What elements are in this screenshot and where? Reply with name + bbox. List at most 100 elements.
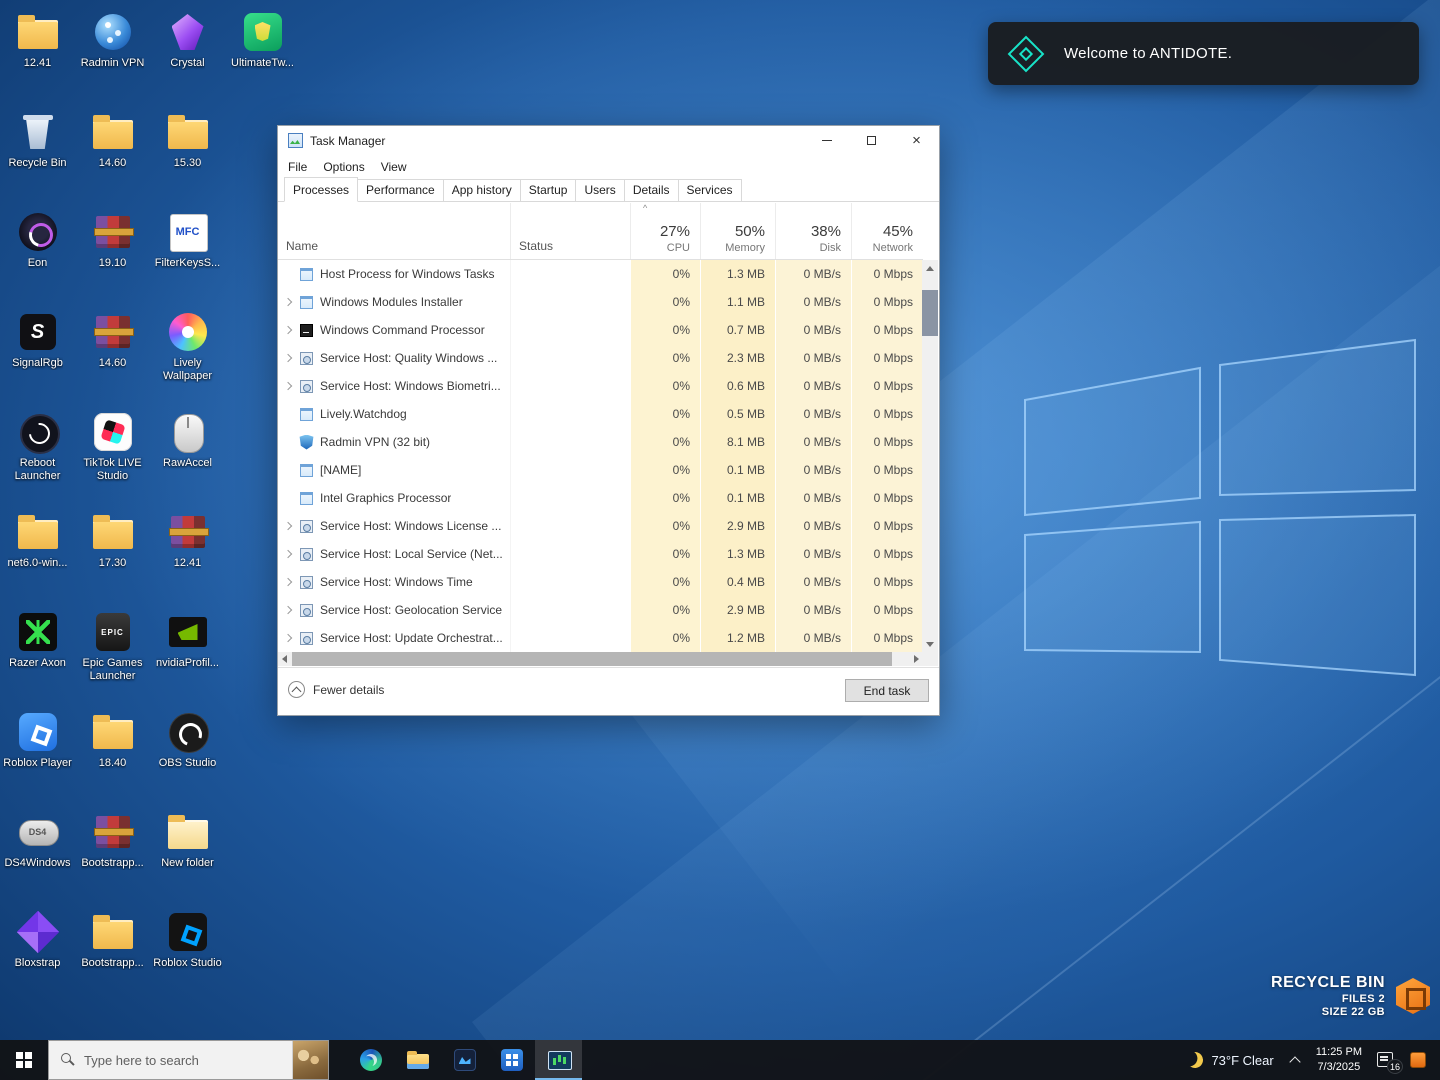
scroll-down-arrow[interactable]: [922, 636, 938, 652]
maximize-icon: [867, 136, 876, 145]
notification-toast[interactable]: Welcome to ANTIDOTE.: [988, 22, 1419, 85]
desktop-icon[interactable]: Razer Axon: [0, 606, 75, 706]
process-row[interactable]: Service Host: Geolocation Service 0% 2.9…: [278, 596, 923, 624]
desktop-icon[interactable]: DS4Windows: [0, 806, 75, 906]
desktop-icon[interactable]: Epic Games Launcher: [75, 606, 150, 706]
process-row[interactable]: [NAME] 0% 0.1 MB 0 MB/s 0 Mbps: [278, 456, 923, 484]
close-button[interactable]: ×: [894, 126, 939, 155]
process-row[interactable]: Service Host: Windows License ... 0% 2.9…: [278, 512, 923, 540]
process-memory: 1.3 MB: [700, 540, 775, 568]
desktop-icon[interactable]: SignalRgb: [0, 306, 75, 406]
desktop-icon[interactable]: OBS Studio: [150, 706, 225, 806]
desktop-icon[interactable]: Crystal: [150, 6, 225, 106]
desktop-icon[interactable]: nvidiaProfil...: [150, 606, 225, 706]
desktop-icon[interactable]: 12.41: [150, 506, 225, 606]
desktop-icon[interactable]: Bloxstrap: [0, 906, 75, 1006]
fewer-details-toggle[interactable]: Fewer details: [288, 681, 384, 698]
tray-notifications-icon[interactable]: 16: [1376, 1050, 1403, 1074]
taskbar-app-button[interactable]: [347, 1040, 394, 1080]
desktop-icon[interactable]: New folder: [150, 806, 225, 906]
desktop-icon[interactable]: Lively Wallpaper: [150, 306, 225, 406]
taskbar-app-button[interactable]: [535, 1040, 582, 1080]
desktop-icon[interactable]: Reboot Launcher: [0, 406, 75, 506]
column-header-name[interactable]: Name: [278, 203, 510, 259]
desktop-icon[interactable]: 15.30: [150, 106, 225, 206]
minimize-button[interactable]: [804, 126, 849, 155]
menu-item[interactable]: File: [280, 158, 315, 176]
desktop-icon[interactable]: Bootstrapp...: [75, 906, 150, 1006]
tab[interactable]: App history: [442, 179, 521, 202]
scroll-right-arrow[interactable]: [909, 652, 923, 666]
desktop-icon[interactable]: 14.60: [75, 106, 150, 206]
column-header-disk[interactable]: 38% Disk: [775, 203, 851, 259]
taskbar-app-button[interactable]: [394, 1040, 441, 1080]
expand-chevron-icon[interactable]: [284, 521, 294, 531]
hidden-icons-chevron[interactable]: [1288, 1053, 1302, 1067]
scroll-up-arrow[interactable]: [922, 260, 938, 276]
process-row[interactable]: Host Process for Windows Tasks 0% 1.3 MB…: [278, 260, 923, 288]
search-box[interactable]: Type here to search: [48, 1040, 329, 1080]
tab[interactable]: Startup: [519, 179, 577, 202]
desktop-icon[interactable]: 18.40: [75, 706, 150, 806]
desktop-icon[interactable]: Roblox Studio: [150, 906, 225, 1006]
desktop-icon[interactable]: Eon: [0, 206, 75, 306]
expand-chevron-icon[interactable]: [284, 297, 294, 307]
column-header-network[interactable]: 45% Network: [851, 203, 923, 259]
desktop-icon[interactable]: 19.10: [75, 206, 150, 306]
expand-chevron-icon[interactable]: [284, 605, 294, 615]
process-row[interactable]: Service Host: Update Orchestrat... 0% 1.…: [278, 624, 923, 652]
process-row[interactable]: Intel Graphics Processor 0% 0.1 MB 0 MB/…: [278, 484, 923, 512]
expand-chevron-icon[interactable]: [284, 549, 294, 559]
desktop-icon[interactable]: 14.60: [75, 306, 150, 406]
menu-item[interactable]: Options: [315, 158, 372, 176]
column-header-cpu[interactable]: ^ 27% CPU: [630, 203, 700, 259]
expand-chevron-icon[interactable]: [284, 633, 294, 643]
horizontal-scrollbar-thumb[interactable]: [292, 652, 892, 666]
column-header-memory[interactable]: 50% Memory: [700, 203, 775, 259]
tab[interactable]: Services: [677, 179, 742, 202]
tray-app-icon[interactable]: [1410, 1052, 1426, 1068]
desktop-icon[interactable]: 12.41: [0, 6, 75, 106]
vertical-scrollbar-thumb[interactable]: [922, 290, 938, 336]
desktop-icon[interactable]: Recycle Bin: [0, 106, 75, 206]
desktop-icon[interactable]: UltimateTw...: [225, 6, 300, 106]
vertical-scrollbar[interactable]: [922, 260, 938, 652]
expand-chevron-icon[interactable]: [284, 381, 294, 391]
search-highlight-image[interactable]: [292, 1041, 328, 1079]
desktop-icon[interactable]: RawAccel: [150, 406, 225, 506]
desktop-icon[interactable]: 17.30: [75, 506, 150, 606]
taskbar-app-button[interactable]: [441, 1040, 488, 1080]
taskbar-app-button[interactable]: [488, 1040, 535, 1080]
end-task-button[interactable]: End task: [845, 679, 929, 702]
expand-chevron-icon[interactable]: [284, 325, 294, 335]
desktop-icon[interactable]: Radmin VPN: [75, 6, 150, 106]
scroll-left-arrow[interactable]: [278, 652, 292, 666]
horizontal-scrollbar[interactable]: [278, 652, 923, 666]
process-row[interactable]: Service Host: Local Service (Net... 0% 1…: [278, 540, 923, 568]
start-button[interactable]: [0, 1040, 48, 1080]
desktop-icon[interactable]: Roblox Player: [0, 706, 75, 806]
column-header-status[interactable]: Status: [510, 203, 630, 259]
process-row[interactable]: Service Host: Windows Time 0% 0.4 MB 0 M…: [278, 568, 923, 596]
desktop-icon[interactable]: FilterKeysS...: [150, 206, 225, 306]
expand-chevron-icon[interactable]: [284, 577, 294, 587]
clock[interactable]: 11:25 PM 7/3/2025: [1316, 1045, 1362, 1075]
process-row[interactable]: Service Host: Windows Biometri... 0% 0.6…: [278, 372, 923, 400]
title-bar[interactable]: Task Manager ×: [278, 126, 939, 155]
desktop-icon[interactable]: net6.0-win...: [0, 506, 75, 606]
maximize-button[interactable]: [849, 126, 894, 155]
process-row[interactable]: Radmin VPN (32 bit) 0% 8.1 MB 0 MB/s 0 M…: [278, 428, 923, 456]
desktop-icon[interactable]: TikTok LIVE Studio: [75, 406, 150, 506]
tab[interactable]: Details: [623, 179, 679, 202]
process-row[interactable]: Service Host: Quality Windows ... 0% 2.3…: [278, 344, 923, 372]
process-row[interactable]: Windows Modules Installer 0% 1.1 MB 0 MB…: [278, 288, 923, 316]
process-row[interactable]: Lively.Watchdog 0% 0.5 MB 0 MB/s 0 Mbps: [278, 400, 923, 428]
desktop-icon[interactable]: Bootstrapp...: [75, 806, 150, 906]
tab[interactable]: Users: [575, 179, 625, 202]
process-row[interactable]: Windows Command Processor 0% 0.7 MB 0 MB…: [278, 316, 923, 344]
expand-chevron-icon[interactable]: [284, 353, 294, 363]
tab[interactable]: Performance: [357, 179, 444, 202]
weather-widget[interactable]: 73°F Clear: [1187, 1052, 1273, 1068]
menu-item[interactable]: View: [373, 158, 415, 176]
tab[interactable]: Processes: [284, 177, 359, 202]
